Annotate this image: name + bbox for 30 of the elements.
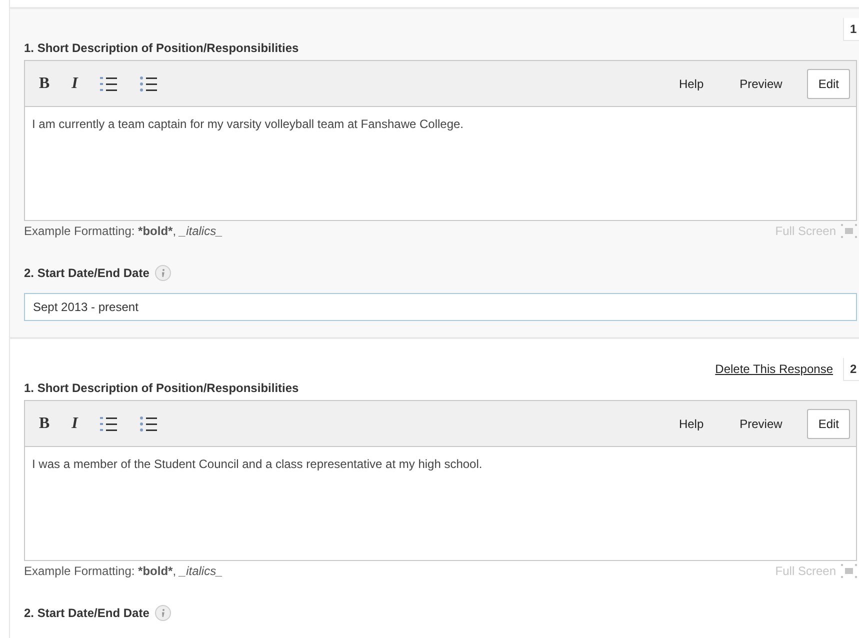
question-label: 1. Short Description of Position/Responsibilities — [24, 41, 300, 55]
mode-tab[interactable]: Edit — [807, 408, 850, 438]
expand-icon — [841, 224, 857, 238]
bold-button[interactable]: B — [39, 74, 50, 92]
mode-tab[interactable]: Edit — [807, 68, 850, 98]
date-input-field[interactable]: Sept 2013 - present — [24, 293, 857, 321]
delete-response-link[interactable]: Delete This Response — [715, 362, 833, 376]
date-label: 2. Start Date/End Date — [24, 606, 150, 620]
description-text[interactable]: I was a member of the Student Council and a class representative at my high school. — [25, 447, 856, 560]
numbered-list-button[interactable] — [100, 76, 118, 92]
formatting-hint: Example Formatting: *bold*, _italics_ — [24, 224, 223, 238]
mode-tab[interactable]: Help — [668, 408, 715, 438]
mode-tab[interactable]: Help — [668, 68, 715, 98]
italic-button[interactable]: I — [72, 74, 78, 92]
bulleted-list-button[interactable] — [140, 416, 158, 432]
question-label: 1. Short Description of Position/Responsibilities — [24, 381, 300, 395]
numbered-list-button[interactable] — [100, 416, 118, 432]
description-text[interactable]: I am currently a team captain for my varsity volleyball team at Fanshawe College. — [25, 107, 856, 220]
info-icon[interactable] — [155, 265, 172, 281]
info-icon[interactable] — [155, 605, 172, 621]
italic-button[interactable]: I — [72, 414, 78, 432]
bold-button[interactable]: B — [39, 414, 50, 432]
bulleted-list-button[interactable] — [140, 76, 158, 92]
date-label: 2. Start Date/End Date — [24, 266, 150, 280]
response-number: 1 — [843, 18, 859, 40]
formatting-hint: Example Formatting: *bold*, _italics_ — [24, 564, 223, 578]
expand-icon — [841, 564, 857, 578]
response-number: 2 — [843, 358, 859, 380]
mode-tab[interactable]: Preview — [728, 408, 794, 438]
mode-tab[interactable]: Preview — [728, 68, 794, 98]
